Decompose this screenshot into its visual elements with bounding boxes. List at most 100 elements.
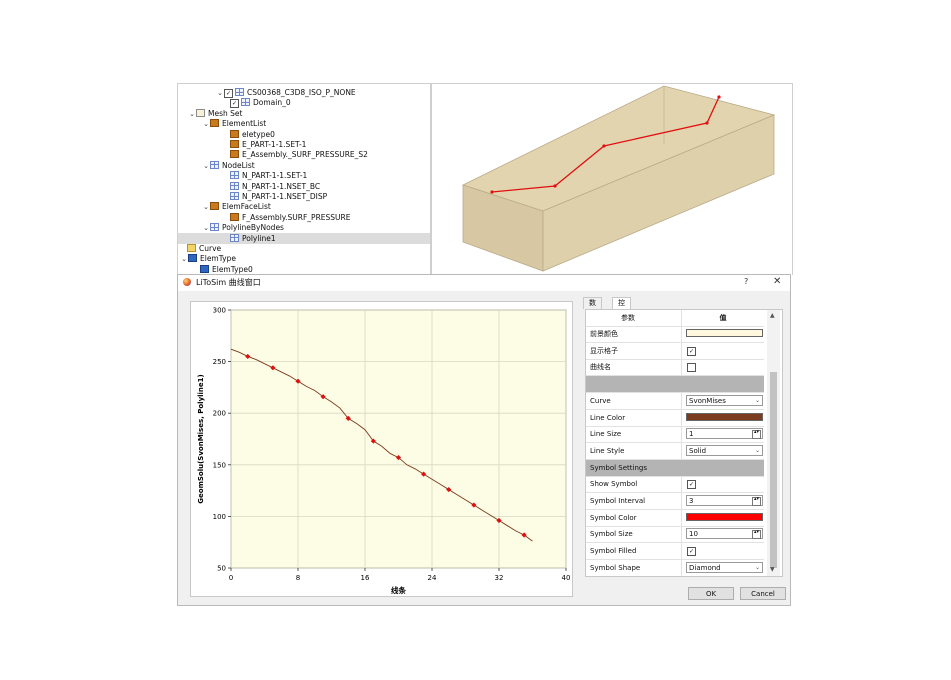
plot-area[interactable] [230,309,567,569]
3d-viewport[interactable] [431,83,793,275]
color-swatch[interactable] [686,412,763,421]
scroll-up-icon[interactable]: ▲ [770,312,775,319]
grid-icon [230,171,239,180]
grid-icon [230,192,239,200]
curve-chart[interactable]: 0 8 16 24 32 40 50 100 150 200 250 300 线条 GeomSolu(Sv… [191,302,572,596]
property-value[interactable] [681,359,764,376]
help-button[interactable]: ? [744,277,748,286]
property-value[interactable]: SvonMises ⌄ [681,392,764,409]
scroll-thumb[interactable] [770,372,777,568]
tree-item[interactable]: N_PART-1-1.NSET_DISP [178,191,430,202]
property-combo[interactable]: SvonMises ⌄ [686,394,763,406]
book-icon [210,119,219,128]
property-value[interactable]: ✓ [681,543,764,560]
dialog-titlebar[interactable]: LiToSim 曲线窗口 ? ✕ [178,275,790,291]
elem-icon [200,264,209,273]
property-row[interactable]: Show Symbol ✓ [586,476,764,494]
spin-arrows-icon[interactable]: ▴▾ [752,430,761,440]
tree-item[interactable]: ⌄ NodeList [178,160,430,171]
property-value[interactable]: ✓ [681,342,764,359]
tree-item-label: NodeList [222,160,255,170]
chevron-down-icon[interactable]: ⌄ [755,563,760,573]
book-icon [230,212,239,221]
tree-item[interactable]: ⌄ ✓ CS00368_C3D8_ISO_P_NONE [178,87,430,98]
tree-item[interactable]: N_PART-1-1.SET-1 [178,170,430,181]
close-button[interactable]: ✕ [773,276,781,287]
scroll-down-icon[interactable]: ▼ [770,566,775,573]
property-combo[interactable]: Diamond ⌄ [686,561,763,573]
property-row[interactable]: Line Size 1 ▴▾ [586,426,764,444]
property-spinbox[interactable]: 10 ▴▾ [686,528,763,540]
property-spinbox[interactable]: 3 ▴▾ [686,495,763,506]
x-axis-label: 线条 [391,585,406,595]
property-value[interactable] [681,509,764,526]
property-row[interactable]: 显示格子 ✓ [586,342,764,360]
tree-item[interactable]: Polyline1 [178,232,430,244]
spin-value: 1 [689,430,694,439]
tab-data[interactable]: 数据 [583,297,602,318]
tree-item[interactable]: ⌄ Mesh Set [178,108,430,119]
combo-value: Diamond [689,563,721,572]
property-value[interactable] [681,326,764,342]
tree-item[interactable]: F_Assembly.SURF_PRESSURE [178,212,430,223]
spin-arrows-icon[interactable]: ▴▾ [752,530,761,540]
property-value[interactable]: 1 ▴▾ [681,426,764,443]
property-value[interactable]: Solid ⌄ [681,442,764,459]
tree-item[interactable]: E_PART-1-1.SET-1 [178,139,430,150]
property-row[interactable]: Line Color [586,409,764,427]
chevron-down-icon[interactable]: ⌄ [755,396,760,406]
color-swatch[interactable] [686,329,763,337]
property-value[interactable]: 10 ▴▾ [681,526,764,543]
property-row[interactable]: 前景颜色 [586,326,764,343]
property-row[interactable]: Symbol Interval 3 ▴▾ [586,493,764,510]
spin-arrows-icon[interactable]: ▴▾ [752,497,761,506]
tree-item-label: eletype0 [242,129,275,139]
property-checkbox[interactable]: ✓ [687,480,696,490]
header-value: 值 [681,310,764,326]
book-icon [230,129,239,138]
chevron-down-icon[interactable]: ⌄ [755,446,760,456]
tree-item[interactable]: eletype0 [178,129,430,140]
book-icon [210,202,219,211]
property-name: Show Symbol [590,480,638,489]
tree-item[interactable]: E_Assembly._SURF_PRESSURE_S2 [178,149,430,160]
tree-item-label: N_PART-1-1.NSET_BC [242,181,321,191]
ok-button[interactable]: OK [688,587,734,600]
property-spinbox[interactable]: 1 ▴▾ [686,428,763,440]
y-tick-label: 250 [213,358,226,366]
property-value[interactable]: Diamond ⌄ [681,559,764,576]
property-scrollbar[interactable]: ▲ ▼ [767,310,780,576]
property-row[interactable]: 曲线名 [586,359,764,377]
x-tick-label: 32 [495,574,504,582]
model-tree[interactable]: ⌄ ✓ CS00368_C3D8_ISO_P_NONE ✓ Domain_0 ⌄ Mesh … [177,83,431,275]
property-checkbox[interactable]: ✓ [687,346,696,356]
property-header-row: 参数 值 [586,310,764,327]
tree-item[interactable]: Curve [178,243,430,254]
property-grid: 参数 值 前景颜色 显示格子 ✓ 曲线名 Curve SvonMises ⌄ Line Col… [585,309,783,577]
property-row[interactable]: Symbol Shape Diamond ⌄ [586,559,764,576]
property-combo[interactable]: Solid ⌄ [686,444,763,456]
property-checkbox[interactable]: ✓ [687,547,696,557]
cancel-button[interactable]: Cancel [740,587,786,600]
color-swatch[interactable] [686,512,763,521]
tree-item[interactable]: ✓ Domain_0 [178,97,430,109]
property-value[interactable] [681,409,764,426]
tree-item[interactable]: ⌄ ElemType [178,253,430,264]
property-row[interactable]: Symbol Filled ✓ [586,543,764,561]
property-row[interactable]: Line Style Solid ⌄ [586,442,764,460]
combo-value: Solid [689,446,707,455]
tree-item[interactable]: ⌄ ElementList [178,118,430,129]
dialog-title: LiToSim 曲线窗口 [196,278,261,287]
tree-item-label: E_PART-1-1.SET-1 [242,140,307,149]
tree-item[interactable]: ⌄ PolylineByNodes [178,222,430,233]
tree-item[interactable]: ⌄ ElemFaceList [178,201,430,212]
property-value[interactable]: 3 ▴▾ [681,493,764,509]
tree-item[interactable]: N_PART-1-1.NSET_BC [178,181,430,192]
property-row[interactable]: Symbol Color [586,509,764,527]
property-section [586,376,764,394]
spin-value: 3 [689,497,694,505]
property-checkbox[interactable] [687,363,696,373]
property-row[interactable]: Curve SvonMises ⌄ [586,392,764,410]
property-value[interactable]: ✓ [681,476,764,493]
property-row[interactable]: Symbol Size 10 ▴▾ [586,526,764,544]
